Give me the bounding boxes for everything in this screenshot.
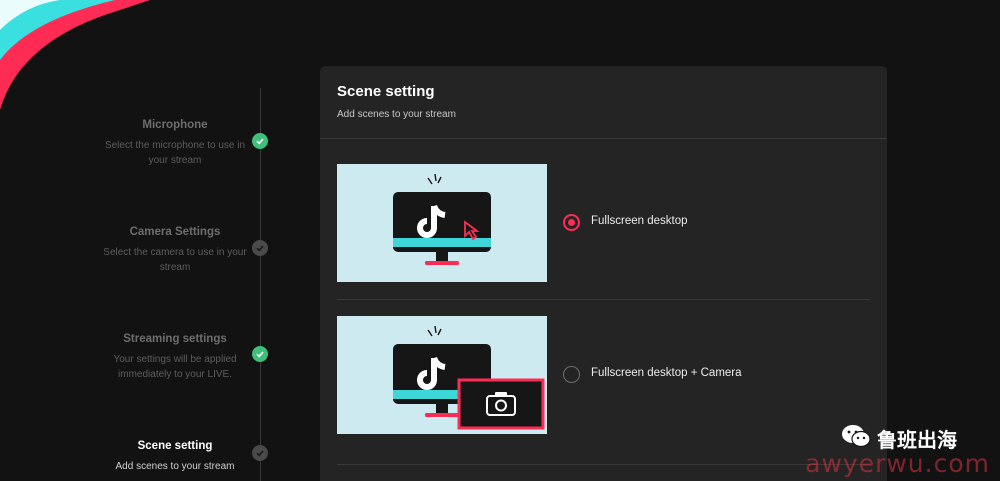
- scene-option-fullscreen[interactable]: Fullscreen desktop: [337, 164, 870, 282]
- divider: [337, 299, 870, 300]
- scene-setting-card: Scene setting Add scenes to your stream …: [320, 66, 887, 481]
- step-description: Your settings will be applied immediatel…: [113, 354, 237, 380]
- step-description: Add scenes to your stream: [115, 461, 235, 472]
- card-title: Scene setting: [337, 83, 435, 100]
- step-microphone[interactable]: Microphone Select the microphone to use …: [100, 118, 250, 168]
- steps-sidebar: Microphone Select the microphone to use …: [100, 0, 270, 481]
- scene-label[interactable]: Fullscreen desktop + Camera: [591, 367, 742, 379]
- scene-thumbnail: [337, 164, 547, 282]
- watermark-url: awyerwu.com: [805, 449, 990, 478]
- step-streaming-settings[interactable]: Streaming settings Your settings will be…: [100, 332, 250, 382]
- step-camera-settings[interactable]: Camera Settings Select the camera to use…: [100, 225, 250, 275]
- check-icon: [252, 240, 268, 256]
- scene-label[interactable]: Fullscreen desktop: [591, 215, 688, 227]
- step-title: Scene setting: [137, 440, 213, 452]
- step-title: Camera Settings: [129, 226, 221, 238]
- step-title: Streaming settings: [123, 333, 227, 345]
- step-title: Microphone: [142, 119, 208, 131]
- watermark: 鲁班出海 awyerwu.com: [740, 423, 990, 478]
- step-description: Select the microphone to use in your str…: [104, 140, 246, 166]
- radio-fullscreen-desktop-camera[interactable]: [563, 366, 580, 383]
- check-icon: [252, 346, 268, 362]
- step-scene-setting[interactable]: Scene setting Add scenes to your stream: [100, 439, 250, 474]
- check-icon: [252, 445, 268, 461]
- check-icon: [252, 133, 268, 149]
- radio-fullscreen-desktop[interactable]: [563, 214, 580, 231]
- scene-option-fullscreen-camera[interactable]: Fullscreen desktop + Camera: [337, 316, 870, 434]
- scene-thumbnail: [337, 316, 547, 434]
- card-header: Scene setting Add scenes to your stream: [320, 66, 887, 139]
- step-description: Select the camera to use in your stream: [103, 247, 247, 273]
- card-subtitle: Add scenes to your stream: [337, 109, 456, 120]
